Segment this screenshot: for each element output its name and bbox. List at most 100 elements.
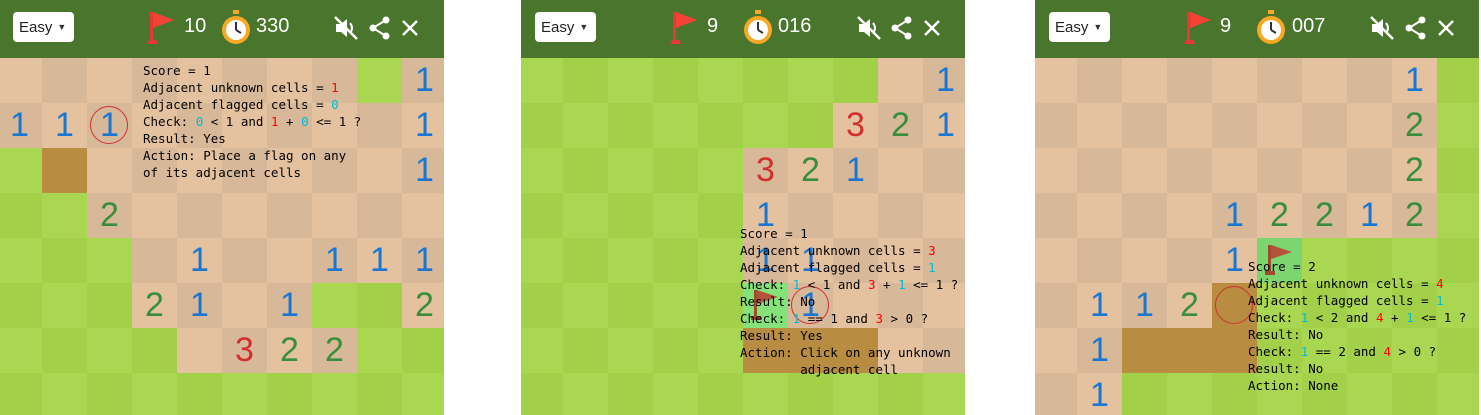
unrevealed-cell[interactable] [698, 103, 743, 148]
unrevealed-cell[interactable] [698, 328, 743, 373]
share-icon[interactable] [366, 14, 394, 42]
unrevealed-cell[interactable] [42, 193, 87, 238]
unrevealed-cell[interactable] [1437, 58, 1479, 103]
difficulty-dropdown[interactable]: Easy ▼ [1049, 12, 1110, 42]
unrevealed-cell[interactable] [653, 58, 698, 103]
unrevealed-cell[interactable] [521, 193, 563, 238]
unrevealed-cell[interactable] [698, 283, 743, 328]
unrevealed-cell[interactable] [608, 148, 653, 193]
unrevealed-cell[interactable] [177, 373, 222, 415]
unrevealed-cell[interactable] [357, 328, 402, 373]
sound-off-icon[interactable] [1368, 14, 1396, 42]
unrevealed-cell[interactable] [563, 193, 608, 238]
unrevealed-cell[interactable] [42, 238, 87, 283]
unrevealed-cell[interactable] [608, 238, 653, 283]
unrevealed-cell[interactable] [402, 373, 444, 415]
unrevealed-cell[interactable] [87, 283, 132, 328]
unrevealed-cell[interactable] [0, 328, 42, 373]
unrevealed-cell[interactable] [563, 58, 608, 103]
unrevealed-cell[interactable] [563, 328, 608, 373]
unrevealed-cell[interactable] [312, 373, 357, 415]
unrevealed-cell[interactable] [563, 238, 608, 283]
unrevealed-cell[interactable] [923, 373, 965, 415]
unrevealed-cell[interactable] [878, 373, 923, 415]
unrevealed-cell[interactable] [608, 58, 653, 103]
unrevealed-cell[interactable] [788, 58, 833, 103]
unrevealed-cell[interactable] [743, 58, 788, 103]
unrevealed-cell[interactable] [521, 328, 563, 373]
unrevealed-cell[interactable] [563, 373, 608, 415]
unrevealed-cell[interactable] [608, 328, 653, 373]
unrevealed-cell[interactable] [402, 328, 444, 373]
unrevealed-cell[interactable] [653, 148, 698, 193]
unrevealed-cell[interactable] [521, 373, 563, 415]
unrevealed-cell[interactable] [653, 328, 698, 373]
unrevealed-cell[interactable] [357, 283, 402, 328]
difficulty-dropdown[interactable]: Easy ▼ [13, 12, 74, 42]
unrevealed-cell[interactable] [833, 373, 878, 415]
unrevealed-cell[interactable] [608, 373, 653, 415]
unrevealed-cell[interactable] [0, 373, 42, 415]
unrevealed-cell[interactable] [0, 148, 42, 193]
unrevealed-cell[interactable] [1437, 148, 1479, 193]
sound-off-icon[interactable] [855, 14, 883, 42]
unrevealed-cell[interactable] [743, 103, 788, 148]
unrevealed-cell[interactable] [788, 373, 833, 415]
unrevealed-cell[interactable] [0, 193, 42, 238]
unrevealed-cell[interactable] [267, 373, 312, 415]
unrevealed-cell[interactable] [1437, 193, 1479, 238]
unrevealed-cell[interactable] [1122, 373, 1167, 415]
unrevealed-cell[interactable] [521, 283, 563, 328]
unrevealed-cell[interactable] [788, 103, 833, 148]
unrevealed-cell[interactable] [42, 373, 87, 415]
unrevealed-cell[interactable] [132, 373, 177, 415]
unrevealed-cell[interactable] [357, 58, 402, 103]
unrevealed-cell[interactable] [222, 373, 267, 415]
unrevealed-cell[interactable] [698, 58, 743, 103]
close-icon[interactable] [1432, 14, 1460, 42]
unrevealed-cell[interactable] [0, 283, 42, 328]
unrevealed-cell[interactable] [0, 238, 42, 283]
share-icon[interactable] [1402, 14, 1430, 42]
unrevealed-cell[interactable] [653, 283, 698, 328]
game-panel-3: Easy ▼ 9 007 12212212 1 1 1 2 1 1 Score … [1035, 0, 1479, 415]
unrevealed-cell[interactable] [521, 103, 563, 148]
unrevealed-cell[interactable] [563, 148, 608, 193]
revealed-cell [222, 283, 267, 328]
share-icon[interactable] [888, 14, 916, 42]
unrevealed-cell[interactable] [132, 328, 177, 373]
revealed-cell [1122, 193, 1167, 238]
unrevealed-cell[interactable] [698, 193, 743, 238]
unrevealed-cell[interactable] [42, 283, 87, 328]
difficulty-dropdown[interactable]: Easy ▼ [535, 12, 596, 42]
close-icon[interactable] [918, 14, 946, 42]
sound-off-icon[interactable] [332, 14, 360, 42]
unrevealed-cell[interactable] [608, 193, 653, 238]
unrevealed-cell[interactable] [833, 58, 878, 103]
unrevealed-cell[interactable] [608, 103, 653, 148]
unrevealed-cell[interactable] [653, 238, 698, 283]
unrevealed-cell[interactable] [521, 58, 563, 103]
unrevealed-cell[interactable] [698, 148, 743, 193]
unrevealed-cell[interactable] [521, 238, 563, 283]
unrevealed-cell[interactable] [653, 193, 698, 238]
unrevealed-cell[interactable] [42, 328, 87, 373]
unrevealed-cell[interactable] [521, 148, 563, 193]
unrevealed-cell[interactable] [653, 103, 698, 148]
unrevealed-cell[interactable] [563, 103, 608, 148]
unrevealed-cell[interactable] [563, 283, 608, 328]
close-icon[interactable] [396, 14, 424, 42]
unrevealed-cell[interactable] [357, 373, 402, 415]
unrevealed-cell[interactable] [608, 283, 653, 328]
revealed-cell [1035, 373, 1077, 415]
unrevealed-cell[interactable] [312, 283, 357, 328]
unrevealed-cell[interactable] [1167, 373, 1212, 415]
unrevealed-cell[interactable] [743, 373, 788, 415]
unrevealed-cell[interactable] [87, 373, 132, 415]
unrevealed-cell[interactable] [1437, 103, 1479, 148]
unrevealed-cell[interactable] [698, 238, 743, 283]
unrevealed-cell[interactable] [87, 328, 132, 373]
unrevealed-cell[interactable] [653, 373, 698, 415]
unrevealed-cell[interactable] [698, 373, 743, 415]
unrevealed-cell[interactable] [87, 238, 132, 283]
